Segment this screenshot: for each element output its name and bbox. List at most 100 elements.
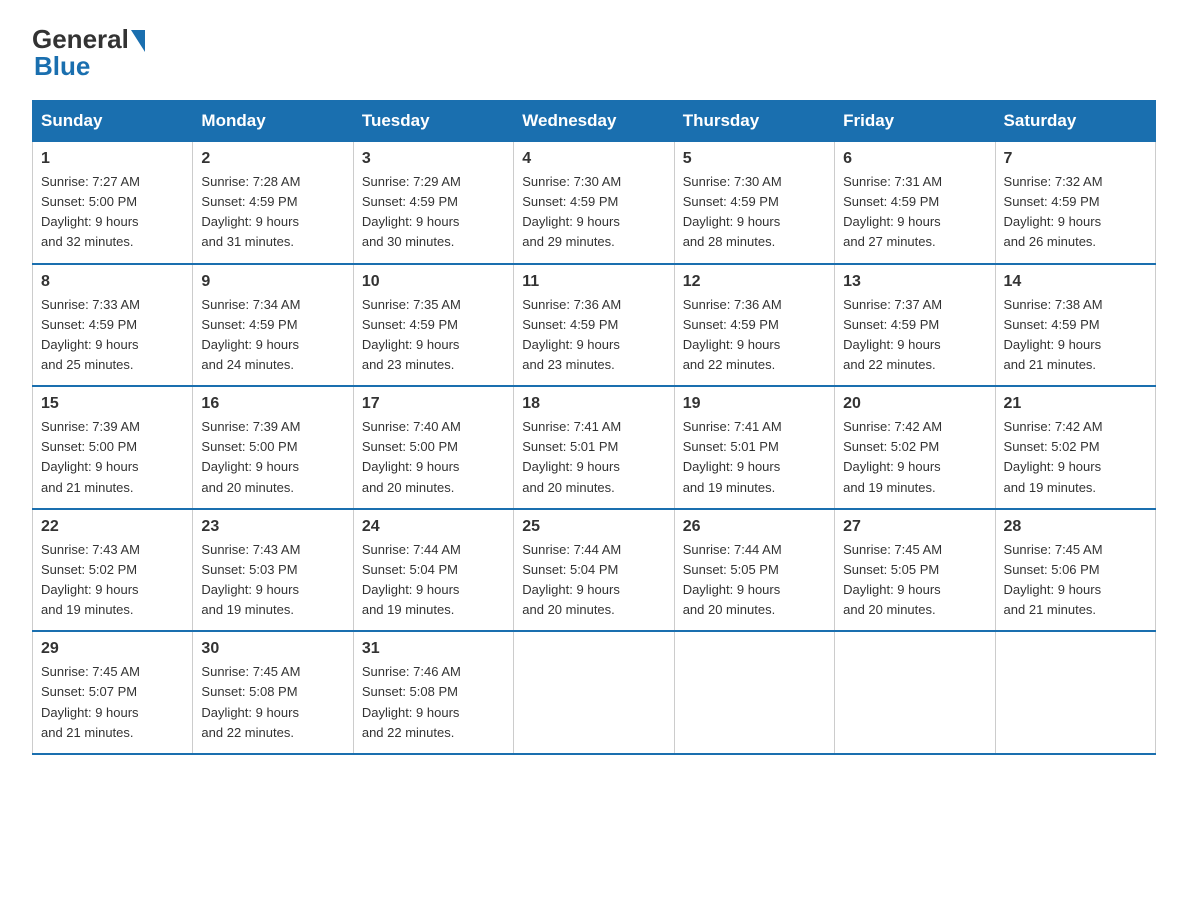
calendar-week-row: 29 Sunrise: 7:45 AMSunset: 5:07 PMDayligh… [33, 631, 1156, 754]
calendar-week-row: 15 Sunrise: 7:39 AMSunset: 5:00 PMDayligh… [33, 386, 1156, 509]
calendar-week-row: 8 Sunrise: 7:33 AMSunset: 4:59 PMDaylight… [33, 264, 1156, 387]
day-number: 20 [843, 395, 986, 413]
calendar-day-cell: 4 Sunrise: 7:30 AMSunset: 4:59 PMDaylight… [514, 142, 674, 264]
header-wednesday: Wednesday [514, 101, 674, 142]
calendar-day-cell [835, 631, 995, 754]
day-info: Sunrise: 7:28 AMSunset: 4:59 PMDaylight:… [201, 172, 344, 253]
calendar-day-cell: 31Sunrise: 7:46 AMSunset: 5:08 PMDayligh… [353, 631, 513, 754]
calendar-header-row: SundayMondayTuesdayWednesdayThursdayFrid… [33, 101, 1156, 142]
calendar-day-cell: 16 Sunrise: 7:39 AMSunset: 5:00 PMDayligh… [193, 386, 353, 509]
day-number: 3 [362, 150, 505, 168]
day-info: Sunrise: 7:41 AMSunset: 5:01 PMDaylight:… [522, 417, 665, 498]
calendar-day-cell: 15 Sunrise: 7:39 AMSunset: 5:00 PMDayligh… [33, 386, 193, 509]
calendar-day-cell: 3 Sunrise: 7:29 AMSunset: 4:59 PMDaylight… [353, 142, 513, 264]
day-info: Sunrise: 7:41 AMSunset: 5:01 PMDaylight:… [683, 417, 826, 498]
day-info: Sunrise: 7:30 AMSunset: 4:59 PMDaylight:… [683, 172, 826, 253]
day-info: Sunrise: 7:43 AMSunset: 5:03 PMDaylight:… [201, 540, 344, 621]
day-number: 18 [522, 395, 665, 413]
calendar-day-cell: 13Sunrise: 7:37 AMSunset: 4:59 PMDayligh… [835, 264, 995, 387]
day-number: 7 [1004, 150, 1147, 168]
day-number: 14 [1004, 273, 1147, 291]
day-number: 29 [41, 640, 184, 658]
calendar-day-cell: 30 Sunrise: 7:45 AMSunset: 5:08 PMDayligh… [193, 631, 353, 754]
day-number: 28 [1004, 518, 1147, 536]
day-info: Sunrise: 7:38 AMSunset: 4:59 PMDaylight:… [1004, 295, 1147, 376]
day-number: 10 [362, 273, 505, 291]
header-sunday: Sunday [33, 101, 193, 142]
day-number: 15 [41, 395, 184, 413]
day-info: Sunrise: 7:32 AMSunset: 4:59 PMDaylight:… [1004, 172, 1147, 253]
calendar-day-cell: 5 Sunrise: 7:30 AMSunset: 4:59 PMDaylight… [674, 142, 834, 264]
calendar-day-cell: 17 Sunrise: 7:40 AMSunset: 5:00 PMDayligh… [353, 386, 513, 509]
day-number: 9 [201, 273, 344, 291]
day-number: 4 [522, 150, 665, 168]
calendar-day-cell: 2 Sunrise: 7:28 AMSunset: 4:59 PMDaylight… [193, 142, 353, 264]
header-saturday: Saturday [995, 101, 1155, 142]
day-info: Sunrise: 7:39 AMSunset: 5:00 PMDaylight:… [41, 417, 184, 498]
day-info: Sunrise: 7:45 AMSunset: 5:08 PMDaylight:… [201, 662, 344, 743]
header-thursday: Thursday [674, 101, 834, 142]
day-number: 5 [683, 150, 826, 168]
day-info: Sunrise: 7:44 AMSunset: 5:04 PMDaylight:… [362, 540, 505, 621]
day-number: 17 [362, 395, 505, 413]
day-number: 8 [41, 273, 184, 291]
day-info: Sunrise: 7:42 AMSunset: 5:02 PMDaylight:… [1004, 417, 1147, 498]
day-info: Sunrise: 7:45 AMSunset: 5:07 PMDaylight:… [41, 662, 184, 743]
calendar-day-cell: 27 Sunrise: 7:45 AMSunset: 5:05 PMDayligh… [835, 509, 995, 632]
calendar-day-cell: 1 Sunrise: 7:27 AMSunset: 5:00 PMDaylight… [33, 142, 193, 264]
calendar-day-cell: 14 Sunrise: 7:38 AMSunset: 4:59 PMDayligh… [995, 264, 1155, 387]
day-number: 26 [683, 518, 826, 536]
day-info: Sunrise: 7:31 AMSunset: 4:59 PMDaylight:… [843, 172, 986, 253]
calendar-day-cell: 25 Sunrise: 7:44 AMSunset: 5:04 PMDayligh… [514, 509, 674, 632]
day-number: 25 [522, 518, 665, 536]
page-header: General Blue [32, 24, 1156, 82]
day-number: 30 [201, 640, 344, 658]
calendar-day-cell: 9 Sunrise: 7:34 AMSunset: 4:59 PMDaylight… [193, 264, 353, 387]
day-number: 11 [522, 273, 665, 291]
calendar-day-cell: 28 Sunrise: 7:45 AMSunset: 5:06 PMDayligh… [995, 509, 1155, 632]
day-info: Sunrise: 7:27 AMSunset: 5:00 PMDaylight:… [41, 172, 184, 253]
calendar-table: SundayMondayTuesdayWednesdayThursdayFrid… [32, 100, 1156, 755]
day-number: 21 [1004, 395, 1147, 413]
day-number: 27 [843, 518, 986, 536]
day-number: 16 [201, 395, 344, 413]
calendar-day-cell: 24Sunrise: 7:44 AMSunset: 5:04 PMDayligh… [353, 509, 513, 632]
calendar-week-row: 22Sunrise: 7:43 AMSunset: 5:02 PMDayligh… [33, 509, 1156, 632]
calendar-day-cell: 7 Sunrise: 7:32 AMSunset: 4:59 PMDaylight… [995, 142, 1155, 264]
calendar-day-cell: 12Sunrise: 7:36 AMSunset: 4:59 PMDayligh… [674, 264, 834, 387]
calendar-day-cell: 11 Sunrise: 7:36 AMSunset: 4:59 PMDayligh… [514, 264, 674, 387]
calendar-day-cell: 23 Sunrise: 7:43 AMSunset: 5:03 PMDayligh… [193, 509, 353, 632]
calendar-day-cell: 29 Sunrise: 7:45 AMSunset: 5:07 PMDayligh… [33, 631, 193, 754]
calendar-day-cell: 26 Sunrise: 7:44 AMSunset: 5:05 PMDayligh… [674, 509, 834, 632]
day-info: Sunrise: 7:45 AMSunset: 5:06 PMDaylight:… [1004, 540, 1147, 621]
day-number: 23 [201, 518, 344, 536]
day-info: Sunrise: 7:44 AMSunset: 5:05 PMDaylight:… [683, 540, 826, 621]
calendar-day-cell: 10 Sunrise: 7:35 AMSunset: 4:59 PMDayligh… [353, 264, 513, 387]
day-number: 2 [201, 150, 344, 168]
calendar-day-cell: 8 Sunrise: 7:33 AMSunset: 4:59 PMDaylight… [33, 264, 193, 387]
day-number: 13 [843, 273, 986, 291]
day-info: Sunrise: 7:29 AMSunset: 4:59 PMDaylight:… [362, 172, 505, 253]
header-friday: Friday [835, 101, 995, 142]
day-info: Sunrise: 7:45 AMSunset: 5:05 PMDaylight:… [843, 540, 986, 621]
day-info: Sunrise: 7:34 AMSunset: 4:59 PMDaylight:… [201, 295, 344, 376]
calendar-day-cell: 18 Sunrise: 7:41 AMSunset: 5:01 PMDayligh… [514, 386, 674, 509]
header-tuesday: Tuesday [353, 101, 513, 142]
calendar-day-cell: 19 Sunrise: 7:41 AMSunset: 5:01 PMDayligh… [674, 386, 834, 509]
calendar-day-cell: 21 Sunrise: 7:42 AMSunset: 5:02 PMDayligh… [995, 386, 1155, 509]
day-info: Sunrise: 7:39 AMSunset: 5:00 PMDaylight:… [201, 417, 344, 498]
day-info: Sunrise: 7:44 AMSunset: 5:04 PMDaylight:… [522, 540, 665, 621]
day-number: 19 [683, 395, 826, 413]
day-info: Sunrise: 7:40 AMSunset: 5:00 PMDaylight:… [362, 417, 505, 498]
day-info: Sunrise: 7:35 AMSunset: 4:59 PMDaylight:… [362, 295, 505, 376]
logo-blue-text: Blue [34, 51, 90, 82]
day-info: Sunrise: 7:30 AMSunset: 4:59 PMDaylight:… [522, 172, 665, 253]
calendar-day-cell [674, 631, 834, 754]
day-number: 1 [41, 150, 184, 168]
logo: General Blue [32, 24, 145, 82]
day-number: 6 [843, 150, 986, 168]
day-info: Sunrise: 7:36 AMSunset: 4:59 PMDaylight:… [522, 295, 665, 376]
header-monday: Monday [193, 101, 353, 142]
calendar-day-cell [995, 631, 1155, 754]
day-info: Sunrise: 7:33 AMSunset: 4:59 PMDaylight:… [41, 295, 184, 376]
